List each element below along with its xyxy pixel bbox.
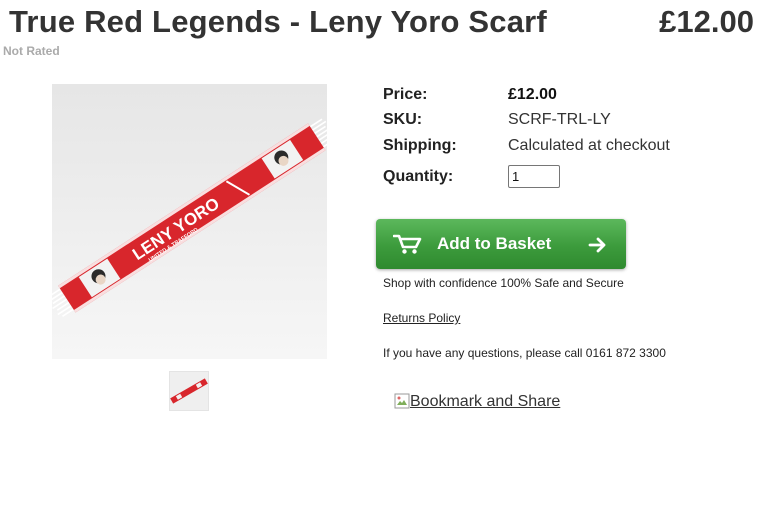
product-title: True Red Legends - Leny Yoro Scarf	[9, 4, 547, 39]
sku-value: SCRF-TRL-LY	[508, 111, 611, 128]
product-main-image[interactable]: LENY YORO UNITED & TRAFFORD	[52, 84, 327, 359]
quantity-label: Quantity:	[383, 168, 454, 185]
sku-label: SKU:	[383, 111, 423, 128]
price-value: £12.00	[508, 86, 557, 103]
bookmark-share-label: Bookmark and Share	[410, 393, 561, 410]
thumbnail-scarf-image	[170, 372, 208, 410]
price-label: Price:	[383, 86, 428, 103]
product-thumbnail[interactable]	[169, 371, 209, 411]
add-to-basket-label: Add to Basket	[437, 234, 552, 253]
rating-status: Not Rated	[3, 44, 60, 58]
confidence-text: Shop with confidence 100% Safe and Secur…	[383, 276, 624, 290]
quantity-input[interactable]	[508, 165, 560, 188]
broken-image-icon	[394, 393, 410, 409]
contact-text: If you have any questions, please call 0…	[383, 346, 666, 360]
scarf-illustration: LENY YORO UNITED & TRAFFORD	[52, 84, 327, 359]
bookmark-share-link[interactable]: Bookmark and Share	[394, 393, 560, 411]
header-price: £12.00	[659, 4, 754, 39]
shipping-value: Calculated at checkout	[508, 137, 670, 154]
add-to-basket-button[interactable]: Add to Basket	[376, 219, 626, 269]
shipping-label: Shipping:	[383, 137, 457, 154]
returns-policy-link[interactable]: Returns Policy	[383, 311, 460, 325]
arrow-right-icon	[588, 236, 608, 259]
cart-icon	[392, 233, 423, 260]
